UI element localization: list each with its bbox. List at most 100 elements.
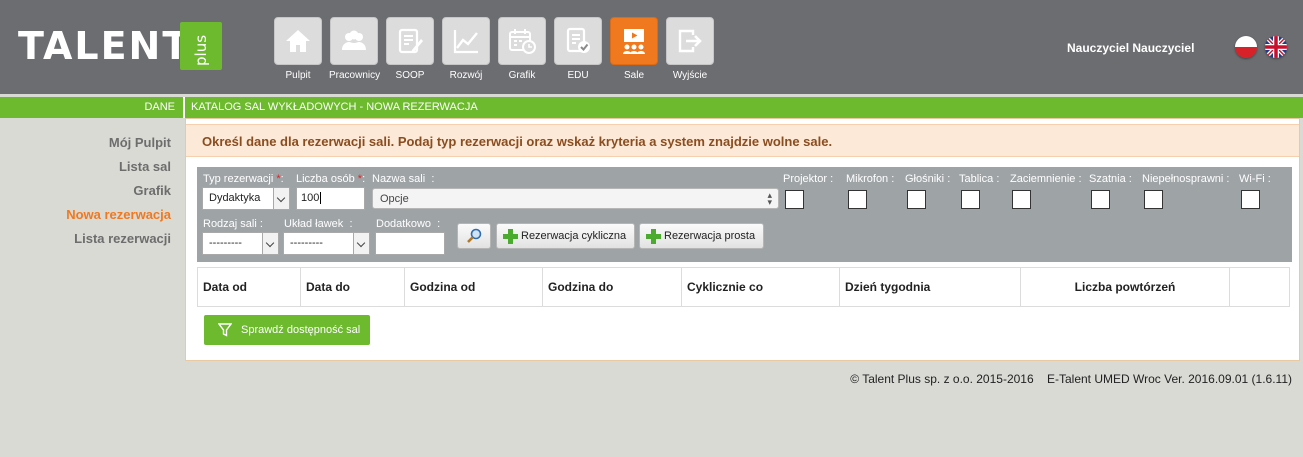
uklad-lawek-select[interactable]: ---------: [283, 232, 370, 255]
section-label: DANE: [144, 101, 175, 113]
nav-sale[interactable]: Sale: [609, 17, 659, 81]
breadcrumb-bar: DANE KATALOG SAL WYKŁADOWYCH - NOWA REZE…: [0, 97, 1303, 118]
nav-label: Wyjście: [672, 70, 708, 81]
typ-rezerwacji-label: Typ rezerwacji *:: [203, 173, 284, 185]
talent-plus-logo[interactable]: TALENT plus: [18, 22, 222, 70]
wifi-label: Wi-Fi :: [1239, 173, 1271, 185]
chart-line-icon: [442, 17, 490, 65]
footer-copyright: © Talent Plus sp. z o.o. 2015-2016: [850, 372, 1034, 386]
liczba-osob-input[interactable]: 100: [296, 187, 365, 210]
plus-icon: [646, 228, 661, 244]
nav-label: Sale: [623, 70, 644, 81]
footer-version: E-Talent UMED Wroc Ver. 2016.09.01 (1.6.…: [1046, 372, 1292, 386]
logo-plus-text: plus: [192, 34, 210, 66]
nazwa-sali-placeholder: Opcje: [380, 193, 409, 205]
check-availability-label: Sprawdź dostępność sal: [241, 324, 361, 336]
nav-label: Pulpit: [285, 70, 311, 81]
wifi-checkbox[interactable]: [1241, 190, 1260, 209]
table-header-godzina-do: Godzina do: [543, 268, 682, 306]
niepelnosprawni-label: Niepełnosprawni :: [1142, 173, 1230, 185]
polish-flag-icon[interactable]: [1235, 36, 1257, 58]
document-edit-icon: [386, 17, 434, 65]
szatnia-checkbox[interactable]: [1091, 190, 1110, 209]
table-header-dzien-tygodnia: Dzień tygodnia: [840, 268, 1021, 306]
nav-pulpit[interactable]: Pulpit: [273, 17, 323, 81]
logo-text: TALENT: [18, 24, 191, 68]
breadcrumb: KATALOG SAL WYKŁADOWYCH - NOWA REZERWACJ…: [191, 101, 478, 113]
mikrofon-label: Mikrofon :: [846, 173, 895, 185]
plus-icon: [503, 228, 518, 244]
rezerwacja-prosta-button[interactable]: Rezerwacja prosta: [639, 223, 765, 249]
check-availability-button[interactable]: Sprawdź dostępność sal: [204, 315, 370, 345]
exit-icon: [666, 17, 714, 65]
banner-text: Określ dane dla rezerwacji sali. Podaj t…: [202, 134, 833, 149]
filter-panel: Typ rezerwacji *: Liczba osób *: Nazwa s…: [197, 167, 1292, 262]
dodatkowo-input[interactable]: [375, 232, 445, 255]
search-icon: [467, 228, 482, 243]
tablica-label: Tablica :: [959, 173, 1000, 185]
nav-edu[interactable]: EDU: [553, 17, 603, 81]
sidebar-item-lista-rezerwacji[interactable]: Lista rezerwacji: [74, 231, 171, 246]
filter-icon: [218, 323, 232, 337]
top-header: TALENT plus Pulpit Pracownicy SOOP Rozwó…: [0, 0, 1303, 94]
projektor-label: Projektor :: [783, 173, 834, 185]
szatnia-label: Szatnia :: [1089, 173, 1132, 185]
chevron-down-icon: [353, 233, 369, 254]
logo-plus-badge: plus: [180, 22, 222, 70]
rodzaj-sali-select[interactable]: ---------: [202, 232, 279, 255]
table-header-godzina-od: Godzina od: [405, 268, 543, 306]
liczba-osob-value: 100: [301, 192, 320, 204]
uk-flag-icon[interactable]: [1265, 36, 1287, 58]
nav-label: Rozwój: [449, 70, 483, 81]
rezerwacja-cykliczna-button[interactable]: Rezerwacja cykliczna: [496, 223, 636, 249]
updown-icon: ▴ ▾: [767, 190, 772, 207]
uklad-lawek-label: Układ ławek :: [284, 218, 353, 230]
nav-rozwoj[interactable]: Rozwój: [441, 17, 491, 81]
footer: © Talent Plus sp. z o.o. 2015-2016 E-Tal…: [850, 372, 1292, 386]
nav-label: EDU: [567, 70, 589, 81]
rodzaj-sali-label: Rodzaj sali :: [203, 218, 263, 230]
divider: [183, 97, 185, 118]
dodatkowo-label: Dodatkowo :: [376, 218, 441, 230]
typ-rezerwacji-value: Dydaktyka: [209, 192, 261, 204]
people-icon: [330, 17, 378, 65]
nav-soop[interactable]: SOOP: [385, 17, 435, 81]
nazwa-sali-select[interactable]: Opcje ▴ ▾: [372, 188, 779, 209]
liczba-osob-label: Liczba osób *:: [296, 173, 366, 185]
table-header-data-od: Data od: [198, 268, 301, 306]
rodzaj-sali-value: ---------: [209, 237, 242, 249]
mikrofon-checkbox[interactable]: [848, 190, 867, 209]
lecture-room-icon: [610, 17, 658, 65]
table-header-cyklicznie-co: Cyklicznie co: [682, 268, 840, 306]
nav-label: Pracownicy: [329, 70, 381, 81]
rezerwacja-prosta-label: Rezerwacja prosta: [664, 230, 756, 242]
uklad-lawek-value: ---------: [290, 237, 323, 249]
sidebar-item-lista-sal[interactable]: Lista sal: [119, 159, 171, 174]
rezerwacja-cykliczna-label: Rezerwacja cykliczna: [521, 230, 627, 242]
nav-wyjscie[interactable]: Wyjście: [665, 17, 715, 81]
home-icon: [274, 17, 322, 65]
nav-grafik[interactable]: Grafik: [497, 17, 547, 81]
nazwa-sali-label: Nazwa sali :: [372, 173, 435, 185]
projektor-checkbox[interactable]: [785, 190, 804, 209]
nav-label: SOOP: [395, 70, 425, 81]
zaciemnienie-checkbox[interactable]: [1012, 190, 1031, 209]
typ-rezerwacji-select[interactable]: Dydaktyka: [202, 187, 290, 210]
nav-pracownicy[interactable]: Pracownicy: [329, 17, 381, 81]
niepelnosprawni-checkbox[interactable]: [1144, 190, 1163, 209]
sidebar-item-grafik[interactable]: Grafik: [133, 183, 171, 198]
table-header-actions: [1230, 268, 1289, 306]
tablica-checkbox[interactable]: [961, 190, 980, 209]
glosniki-checkbox[interactable]: [907, 190, 926, 209]
table-header-liczba-powtorzen: Liczba powtórzeń: [1021, 268, 1230, 306]
chevron-down-icon: [262, 233, 278, 254]
zaciemnienie-label: Zaciemnienie :: [1010, 173, 1082, 185]
calendar-clock-icon: [498, 17, 546, 65]
nav-label: Grafik: [508, 70, 536, 81]
table-header-data-do: Data do: [301, 268, 405, 306]
search-button[interactable]: [457, 223, 491, 249]
sidebar-item-nowa-rezerwacja[interactable]: Nowa rezerwacja: [66, 207, 171, 222]
user-name[interactable]: Nauczyciel Nauczyciel: [1067, 41, 1194, 55]
glosniki-label: Głośniki :: [905, 173, 951, 185]
sidebar-item-moj-pulpit[interactable]: Mój Pulpit: [109, 135, 171, 150]
